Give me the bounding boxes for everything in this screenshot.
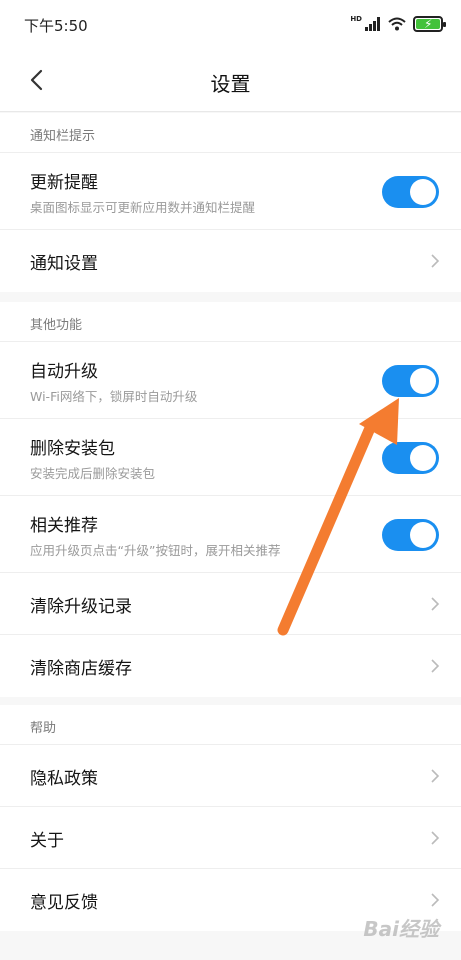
delete-package-toggle[interactable] [382, 442, 439, 474]
section-other-features: 其他功能 自动升级 Wi-Fi网络下，锁屏时自动升级 删除安装包 安装完成后删除… [0, 302, 461, 697]
related-recommend-toggle[interactable] [382, 519, 439, 551]
setting-row-related-recommend[interactable]: 相关推荐 应用升级页点击“升级”按钮时，展开相关推荐 [0, 496, 461, 573]
setting-row-auto-upgrade[interactable]: 自动升级 Wi-Fi网络下，锁屏时自动升级 [0, 342, 461, 419]
section-title: 帮助 [0, 705, 461, 745]
row-subtitle: 应用升级页点击“升级”按钮时，展开相关推荐 [30, 543, 281, 558]
setting-row-about[interactable]: 关于 [0, 807, 461, 869]
chevron-right-icon [431, 893, 440, 907]
signal-icon [365, 17, 381, 31]
row-title: 清除商店缓存 [30, 659, 132, 679]
row-subtitle: 安装完成后删除安装包 [30, 466, 156, 481]
status-time: 下午5:50 [24, 17, 88, 35]
auto-upgrade-toggle[interactable] [382, 365, 439, 397]
chevron-right-icon [431, 831, 440, 845]
battery-icon: ⚡ [413, 16, 446, 32]
row-title: 删除安装包 [30, 439, 115, 459]
setting-row-notification-settings[interactable]: 通知设置 [0, 230, 461, 292]
row-title: 自动升级 [30, 362, 98, 382]
toggle-knob [410, 179, 436, 205]
row-title: 隐私政策 [30, 769, 98, 789]
section-help: 帮助 隐私政策 关于 意见反馈 [0, 705, 461, 931]
nav-bar: 设置 [0, 48, 461, 112]
update-reminder-toggle[interactable] [382, 176, 439, 208]
row-title: 更新提醒 [30, 173, 98, 193]
status-icons: HD ⚡ [350, 14, 446, 34]
section-title: 通知栏提示 [0, 113, 461, 153]
row-subtitle: 桌面图标显示可更新应用数并通知栏提醒 [30, 200, 256, 215]
hd-indicator: HD [350, 15, 362, 23]
row-title: 清除升级记录 [30, 597, 132, 617]
toggle-knob [410, 445, 436, 471]
row-title: 通知设置 [30, 254, 98, 274]
charging-icon: ⚡ [424, 17, 433, 31]
wifi-icon [388, 17, 406, 31]
chevron-right-icon [431, 597, 440, 611]
setting-row-update-reminder[interactable]: 更新提醒 桌面图标显示可更新应用数并通知栏提醒 [0, 153, 461, 230]
row-subtitle: Wi-Fi网络下，锁屏时自动升级 [30, 389, 198, 404]
status-bar: 下午5:50 HD ⚡ [0, 0, 461, 48]
chevron-right-icon [431, 659, 440, 673]
chevron-right-icon [431, 769, 440, 783]
section-title: 其他功能 [0, 302, 461, 342]
toggle-knob [410, 522, 436, 548]
chevron-right-icon [431, 254, 440, 268]
setting-row-clear-store-cache[interactable]: 清除商店缓存 [0, 635, 461, 697]
row-title: 相关推荐 [30, 516, 98, 536]
section-notification: 通知栏提示 更新提醒 桌面图标显示可更新应用数并通知栏提醒 通知设置 [0, 113, 461, 292]
toggle-knob [410, 368, 436, 394]
setting-row-delete-package[interactable]: 删除安装包 安装完成后删除安装包 [0, 419, 461, 496]
row-title: 关于 [30, 831, 64, 851]
row-title: 意见反馈 [30, 893, 98, 913]
setting-row-clear-upgrade-history[interactable]: 清除升级记录 [0, 573, 461, 635]
setting-row-privacy-policy[interactable]: 隐私政策 [0, 745, 461, 807]
page-title: 设置 [210, 72, 251, 96]
watermark: Bai经验 [363, 917, 439, 941]
